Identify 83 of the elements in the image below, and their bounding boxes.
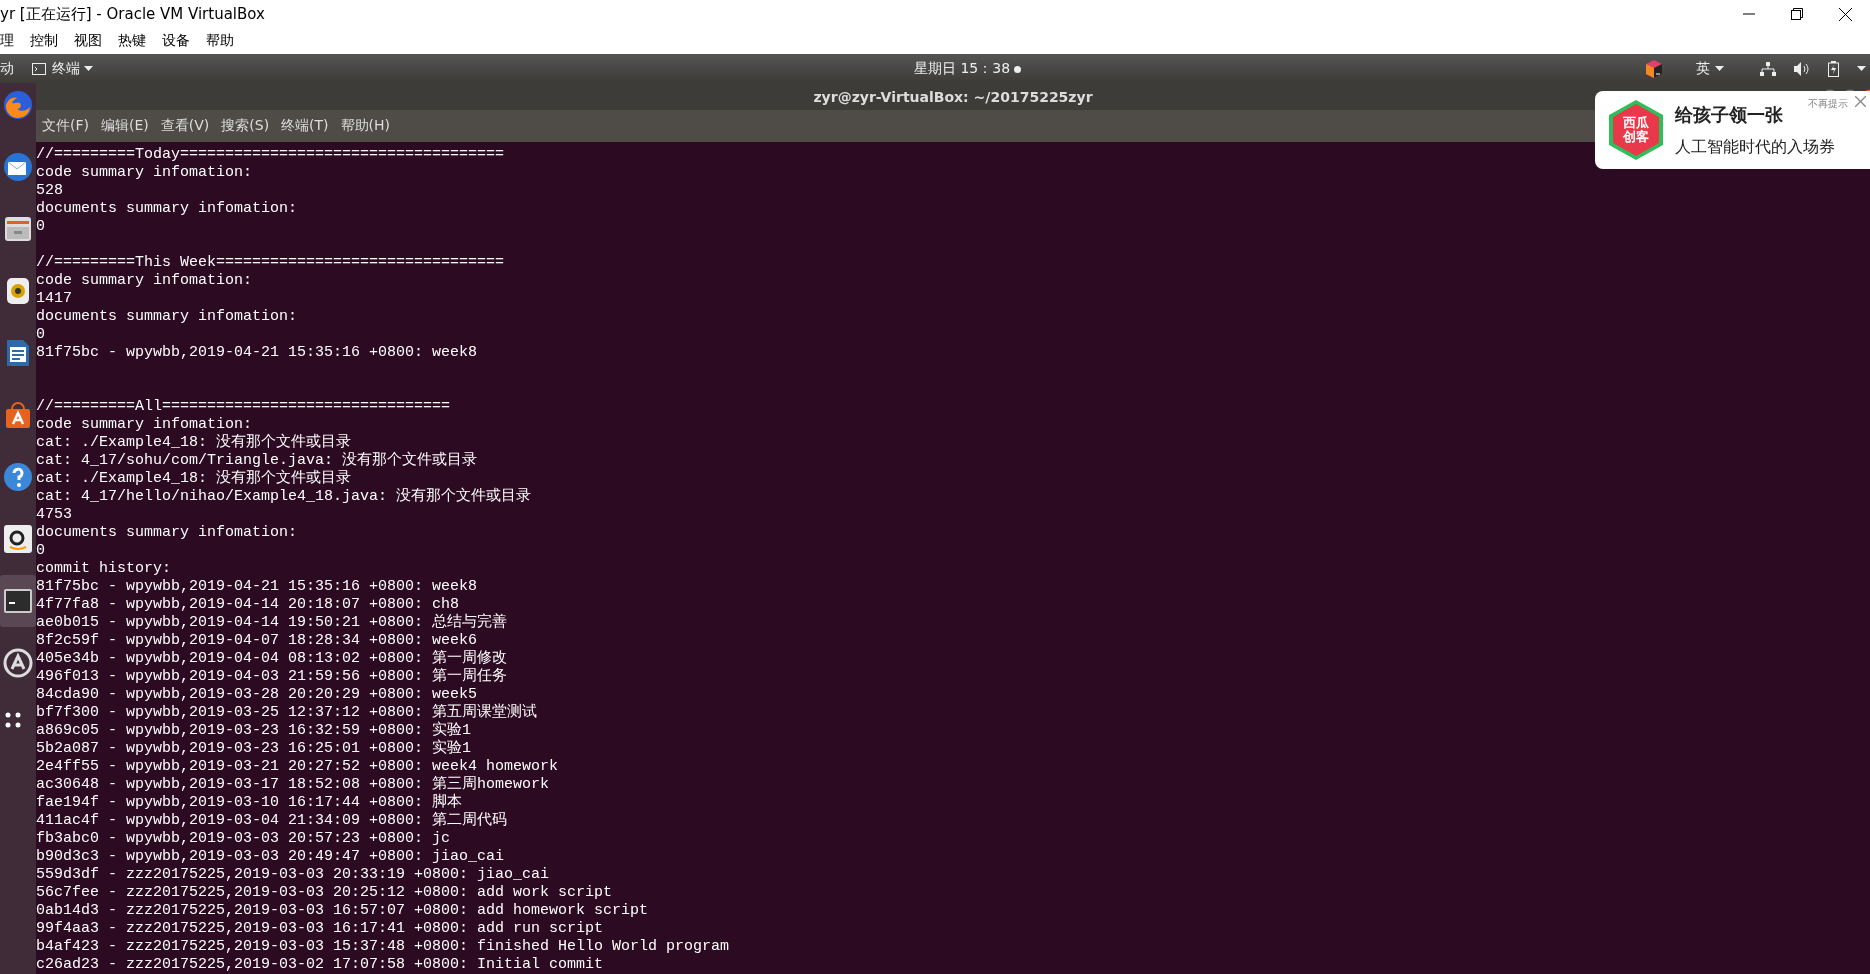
terminal-line: documents summary infomation: <box>36 200 298 218</box>
terminal-line: code summary infomation: <box>36 416 253 434</box>
menu-item[interactable]: 终端(T) <box>275 117 335 135</box>
restore-icon[interactable] <box>1791 7 1803 20</box>
menu-item[interactable]: 控制 <box>22 32 66 50</box>
close-icon[interactable] <box>1839 7 1852 21</box>
terminal-line: code summary infomation: <box>36 272 253 290</box>
terminal-title: zyr@zyr-VirtualBox: ~/20175225zyr <box>813 88 1093 105</box>
terminal-line: 0 <box>36 326 45 344</box>
caret-icon[interactable] <box>1857 66 1866 71</box>
terminal-line: 4f77fa8 - wpywbb,2019-04-14 20:18:07 +0800: ch8 <box>36 596 460 613</box>
menu-item[interactable]: 搜索(S) <box>215 117 276 135</box>
amazon-icon[interactable] <box>2 523 34 555</box>
notification-dot <box>1014 65 1022 73</box>
menu-item[interactable]: 帮助 <box>198 32 242 50</box>
terminal-line: 1417 <box>36 290 72 308</box>
logo-text: 西瓜 <box>1623 116 1649 130</box>
terminal-icon <box>32 62 46 75</box>
terminal-line: 99f4aa3 - zzz20175225,2019-03-03 16:17:41 +0800: add run script <box>36 920 604 938</box>
terminal-line: 411ac4f - wpywbb,2019-03-04 21:34:09 +0800: 第二周代码 <box>36 812 508 830</box>
activities-button[interactable]: 动 <box>0 59 14 78</box>
terminal-line: ac30648 - wpywbb,2019-03-17 18:52:08 +0800: 第三周homework <box>36 776 550 793</box>
help-icon[interactable] <box>2 461 34 493</box>
terminal-line: 81f75bc - wpywbb,2019-04-21 15:35:16 +0800: week8 <box>36 344 478 362</box>
network-icon[interactable] <box>1760 61 1776 76</box>
terminal-line: cat: ./Example4_18: 没有那个文件或目录 <box>36 434 352 452</box>
input-method-menu[interactable]: 英 <box>1696 59 1724 78</box>
terminal-line: commit history: <box>36 560 172 578</box>
terminal-line: 0 <box>36 542 45 560</box>
menu-item[interactable]: 理 <box>0 32 22 50</box>
menu-item[interactable]: 热键 <box>110 32 154 50</box>
terminal-line: documents summary infomation: <box>36 308 298 326</box>
cube-icon[interactable] <box>1644 58 1664 79</box>
terminal-line: cat: ./Example4_18: 没有那个文件或目录 <box>36 470 352 488</box>
terminal-line: 405e34b - wpywbb,2019-04-04 08:13:02 +0800: 第一周修改 <box>36 650 508 668</box>
caret-icon <box>84 66 93 71</box>
terminal-line: code summary infomation: <box>36 164 253 182</box>
terminal-line: b90d3c3 - wpywbb,2019-03-03 20:49:47 +0800: jiao_cai <box>36 848 505 866</box>
terminal-line: documents summary infomation: <box>36 524 298 542</box>
terminal-line: cat: 4_17/hello/nihao/Example4_18.java: 没有那个文件或目录 <box>36 488 532 506</box>
terminal-line: fae194f - wpywbb,2019-03-10 16:17:44 +0800: 脚本 <box>36 794 463 812</box>
firefox-icon[interactable] <box>2 89 34 121</box>
terminal-line: fb3abc0 - wpywbb,2019-03-03 20:57:23 +0800: jc <box>36 830 451 848</box>
mail-icon[interactable] <box>2 151 34 183</box>
volume-icon[interactable] <box>1794 61 1810 76</box>
menu-item[interactable]: 查看(V) <box>154 117 216 135</box>
menu-item[interactable]: 视图 <box>66 32 110 50</box>
terminal-line: //=========Today==================================== <box>36 146 505 164</box>
terminal-line: 56c7fee - zzz20175225,2019-03-03 20:25:12 +0800: add work script <box>36 884 613 902</box>
clock[interactable]: 星期日 15：38 <box>914 60 1011 78</box>
window-title: yr [正在运行] - Oracle VM VirtualBox <box>0 4 265 24</box>
terminal-line: b4af423 - zzz20175225,2019-03-03 15:37:48 +0800: finished Hello World program <box>36 938 730 956</box>
hexagon-logo-icon <box>1607 99 1665 161</box>
terminal-line: 528 <box>36 182 63 200</box>
terminal-line: 496f013 - wpywbb,2019-04-03 21:59:56 +0800: 第一周任务 <box>36 668 508 686</box>
terminal-line: 84cda90 - wpywbb,2019-03-28 20:20:29 +0800: week5 <box>36 686 478 704</box>
ad-headline: 给孩子领一张 <box>1675 102 1783 127</box>
terminal-line: 81f75bc - wpywbb,2019-04-21 15:35:16 +0800: week8 <box>36 578 478 596</box>
terminal-line: 559d3df - zzz20175225,2019-03-03 20:33:19 +0800: jiao_cai <box>36 866 550 884</box>
terminal-line: //=========This Week================================ <box>36 254 505 272</box>
terminal-line: bf7f300 - wpywbb,2019-03-25 12:37:12 +0800: 第五周课堂测试 <box>36 704 538 721</box>
caret-icon <box>1715 66 1724 71</box>
menu-item[interactable]: 文件(F) <box>36 117 95 135</box>
terminal-line: ae0b015 - wpywbb,2019-04-14 19:50:21 +0800: 总结与完善 <box>36 614 508 632</box>
logo-text: 创客 <box>1623 130 1649 144</box>
terminal-line: a869c05 - wpywbb,2019-03-23 16:32:59 +0800: 实验1 <box>36 722 472 739</box>
menu-item[interactable]: 设备 <box>154 32 198 50</box>
battery-icon[interactable] <box>1828 60 1839 77</box>
app-menu[interactable]: 终端 <box>52 59 93 78</box>
terminal-line: 8f2c59f - wpywbb,2019-04-07 18:28:34 +0800: week6 <box>36 632 478 650</box>
dismiss-link[interactable]: 不再提示 <box>1808 97 1848 111</box>
update-icon[interactable] <box>2 647 34 679</box>
terminal-line: 5b2a087 - wpywbb,2019-03-23 16:25:01 +0800: 实验1 <box>36 740 472 758</box>
menu-item[interactable]: 帮助(H) <box>334 117 397 135</box>
terminal-line: c26ad23 - zzz20175225,2019-03-02 17:07:58 +0800: Initial commit <box>36 956 604 974</box>
terminal-line: 0 <box>36 218 45 236</box>
ad-subline: 人工智能时代的入场券 <box>1675 136 1835 158</box>
terminal-line: 2e4ff55 - wpywbb,2019-03-21 20:27:52 +0800: week4 homework <box>36 758 559 776</box>
terminal-line: 4753 <box>36 506 72 524</box>
terminal-line: cat: 4_17/sohu/com/Triangle.java: 没有那个文件或目录 <box>36 452 478 469</box>
terminal-line: 0ab14d3 - zzz20175225,2019-03-03 16:57:07 +0800: add homework script <box>36 902 649 920</box>
terminal-line: //=========All================================ <box>36 398 451 416</box>
menu-item[interactable]: 编辑(E) <box>95 117 155 135</box>
